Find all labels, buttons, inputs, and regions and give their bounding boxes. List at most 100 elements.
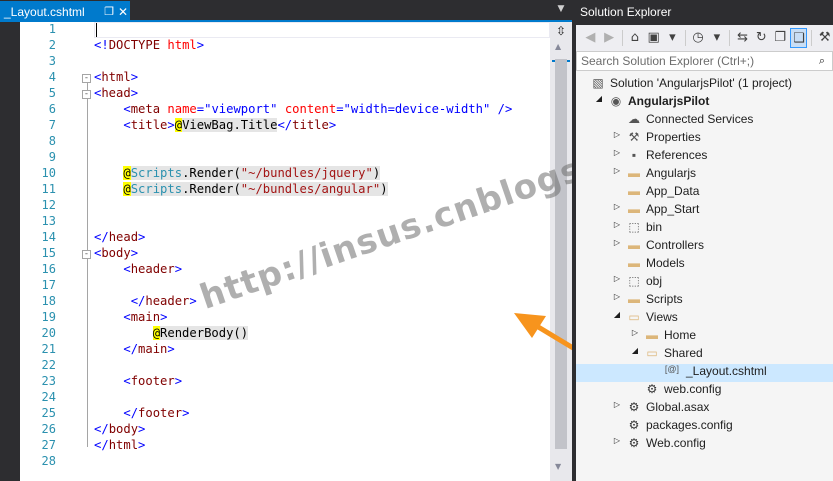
tree-node[interactable]: ▧ Solution 'AngularjsPilot' (1 project) [576, 76, 833, 94]
home-icon[interactable]: ⌂ [626, 28, 643, 48]
collapse-all-icon[interactable]: ❐ [772, 28, 789, 48]
switch-views-icon[interactable]: ▣ [645, 28, 662, 48]
config-file-icon: ⚙ [628, 436, 640, 450]
back-icon[interactable]: ◀ [582, 28, 599, 48]
show-all-files-icon[interactable]: ❑ [790, 28, 808, 48]
expand-arrow-icon[interactable]: ▷ [630, 328, 640, 346]
properties-icon[interactable]: ⚒ [816, 28, 833, 48]
tree-node-label: Models [646, 256, 685, 270]
web-project-icon: ◉ [610, 94, 622, 108]
tree-node-label: Properties [646, 130, 701, 144]
tree-node-label: AngularjsPilot [628, 94, 710, 108]
tree-node-label: Home [664, 328, 697, 342]
tree-node[interactable]: ◢ ▭ Views [576, 310, 833, 328]
toolbar-separator [684, 30, 686, 46]
tree-node[interactable]: ▬ App_Data [576, 184, 833, 202]
toolbar-separator [621, 30, 623, 46]
open-folder-icon: ▭ [646, 346, 658, 360]
toolbar-separator [729, 30, 731, 46]
solution-icon: ▧ [592, 76, 604, 90]
collapse-arrow-icon[interactable]: ◢ [612, 310, 622, 328]
folder-icon: ▬ [628, 202, 640, 216]
tree-node[interactable]: ⚙ packages.config [576, 418, 833, 436]
tree-node[interactable]: ▷ ▬ Controllers [576, 238, 833, 256]
tree-node[interactable]: ◢ ◉ AngularjsPilot [576, 94, 833, 112]
razor-file-icon: [@] [664, 364, 680, 374]
dropdown-icon[interactable]: ▾ [708, 28, 725, 48]
references-icon: ▪ [631, 148, 637, 162]
expand-arrow-icon[interactable]: ▷ [612, 292, 622, 310]
tree-node[interactable]: ▷ ⬚ bin [576, 220, 833, 238]
annotation-arrow [514, 313, 616, 375]
expand-arrow-icon[interactable]: ▷ [612, 400, 622, 418]
solution-explorer-toolbar: ◀ ▶ ⌂ ▣ ▾ ◷ ▾ ⇆ ↻ ❐ ❑ ⚒ [576, 25, 833, 51]
tree-node[interactable]: ◢ ▭ Shared [576, 346, 833, 364]
folder-icon: ▬ [628, 166, 640, 180]
solution-explorer-title[interactable]: Solution Explorer [576, 0, 833, 25]
dropdown-icon[interactable]: ▾ [664, 28, 681, 48]
tree-node[interactable]: ▷ ▪ References [576, 148, 833, 166]
expand-arrow-icon[interactable]: ▷ [612, 166, 622, 184]
search-icon[interactable]: ⌕ [812, 52, 832, 70]
tree-node-label: obj [646, 274, 663, 288]
folder-icon: ▬ [628, 184, 640, 198]
dashed-folder-icon: ⬚ [628, 274, 640, 288]
collapse-arrow-icon[interactable]: ◢ [594, 94, 604, 112]
tree-node-label: _Layout.cshtml [686, 364, 767, 378]
solution-tree: ▧ Solution 'AngularjsPilot' (1 project) ◢ ◉… [576, 76, 833, 454]
expand-arrow-icon[interactable]: ▷ [612, 220, 622, 238]
tree-node[interactable]: ▷ ⚙ Global.asax [576, 400, 833, 418]
tree-node-label: Solution 'AngularjsPilot' (1 project) [610, 76, 793, 90]
config-file-icon: ⚙ [628, 418, 640, 432]
tree-node-label: Angularjs [646, 166, 697, 180]
expand-arrow-icon[interactable]: ▷ [612, 238, 622, 256]
tree-node-label: App_Data [646, 184, 700, 198]
solution-explorer-search-input[interactable]: Search Solution Explorer (Ctrl+;) ⌕ [576, 51, 833, 71]
tree-node[interactable]: ⚙ web.config [576, 382, 833, 400]
tree-node[interactable]: ▷ ⚙ Web.config [576, 436, 833, 454]
tree-node[interactable]: ▷ ⬚ obj [576, 274, 833, 292]
sync-icon[interactable]: ⇆ [734, 28, 751, 48]
tree-node[interactable]: ☁ Connected Services [576, 112, 833, 130]
search-placeholder: Search Solution Explorer (Ctrl+;) [581, 54, 755, 68]
tree-node-label: packages.config [646, 418, 733, 432]
tree-node-label: Controllers [646, 238, 705, 252]
wrench-icon: ⚒ [628, 130, 640, 144]
tree-node[interactable]: ▬ Models [576, 256, 833, 274]
arrow-head [514, 313, 546, 338]
open-folder-icon: ▭ [628, 310, 640, 324]
tree-node[interactable]: ▷ ⚒ Properties [576, 130, 833, 148]
tree-node[interactable]: ▷ ▬ App_Start [576, 202, 833, 220]
tree-node-label: App_Start [646, 202, 700, 216]
connected-services-icon: ☁ [628, 112, 640, 126]
refresh-icon[interactable]: ↻ [753, 28, 770, 48]
solution-explorer-pane: Solution Explorer ◀ ▶ ⌂ ▣ ▾ ◷ ▾ ⇆ ↻ ❐ ❑ ⚒ Search So… [576, 0, 833, 481]
tree-node[interactable]: ▷ ▬ Home [576, 328, 833, 346]
collapse-arrow-icon[interactable]: ◢ [630, 346, 640, 364]
expand-arrow-icon[interactable]: ▷ [612, 202, 622, 220]
tree-node-label: Shared [664, 346, 703, 360]
expand-arrow-icon[interactable]: ▷ [612, 148, 622, 166]
tree-node[interactable]: [@] _Layout.cshtml [576, 364, 833, 382]
config-file-icon: ⚙ [646, 382, 658, 396]
dashed-folder-icon: ⬚ [628, 220, 640, 234]
expand-arrow-icon[interactable]: ▷ [612, 274, 622, 292]
folder-icon: ▬ [628, 292, 640, 306]
expand-arrow-icon[interactable]: ▷ [612, 436, 622, 454]
tree-node[interactable]: ▷ ▬ Angularjs [576, 166, 833, 184]
expand-arrow-icon[interactable]: ▷ [612, 130, 622, 148]
pending-changes-icon[interactable]: ◷ [690, 28, 707, 48]
tree-node-label: Global.asax [646, 400, 710, 414]
folder-icon: ▬ [646, 328, 658, 342]
tree-node-label: Web.config [646, 436, 706, 450]
folder-icon: ▬ [628, 256, 640, 270]
forward-icon[interactable]: ▶ [601, 28, 618, 48]
tree-node[interactable]: ▷ ▬ Scripts [576, 292, 833, 310]
